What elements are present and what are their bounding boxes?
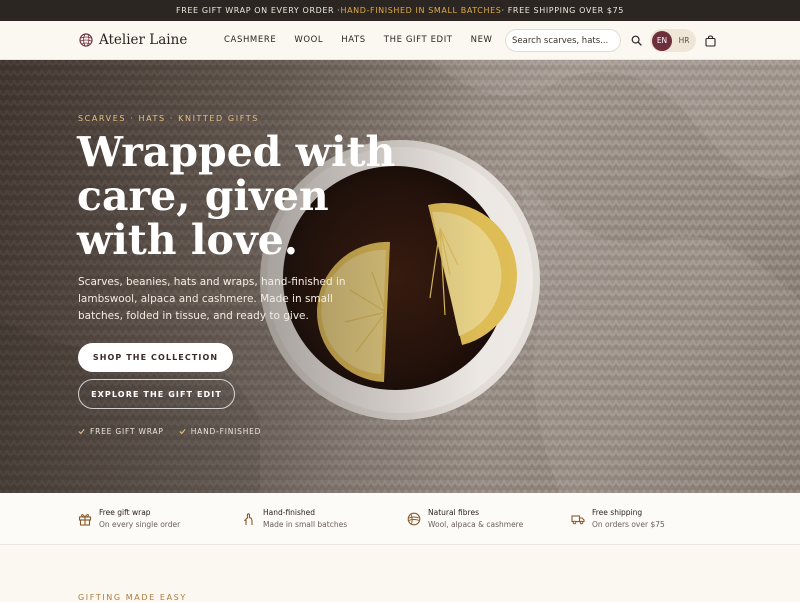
search-icon[interactable] (631, 35, 642, 46)
check-label: FREE GIFT WRAP (90, 427, 164, 436)
truck-icon (571, 515, 585, 525)
hero-subtext: Scarves, beanies, hats and wraps, hand-f… (78, 276, 346, 322)
yarn-ball-logo-icon (79, 33, 93, 47)
logo-text: Atelier Laine (99, 32, 188, 48)
announcement-text-2: · FREE SHIPPING OVER $75 (501, 6, 624, 15)
check-item-hand-finished: HAND-FINISHED (179, 427, 262, 436)
feature-title: Free gift wrap (99, 508, 151, 517)
shop-collection-button[interactable]: SHOP THE COLLECTION (78, 343, 233, 372)
main-nav: CASHMERE WOOL HATS THE GIFT EDIT NEW (224, 35, 511, 45)
feature-subtitle: Wool, alpaca & cashmere (428, 520, 524, 529)
yarn-icon (407, 512, 421, 526)
feature-free-shipping: Free shipping On orders over $75 (571, 508, 665, 529)
search-input[interactable] (512, 35, 620, 46)
feature-title: Hand-finished (263, 508, 316, 517)
checkmark-icon (78, 428, 85, 435)
lang-hr-button[interactable]: HR (674, 31, 694, 51)
nav-item-gift-edit[interactable]: THE GIFT EDIT (384, 35, 453, 45)
announcement-highlight: HAND-FINISHED IN SMALL BATCHES (340, 6, 502, 15)
feature-subtitle: On orders over $75 (592, 520, 665, 529)
feature-gift-wrap: Free gift wrap On every single order (78, 508, 180, 529)
feature-hand-finished: Hand-finished Made in small batches (242, 508, 347, 529)
check-item-gift-wrap: FREE GIFT WRAP (78, 427, 164, 436)
feature-subtitle: Made in small batches (263, 520, 348, 529)
feature-natural-fibres: Natural fibres Wool, alpaca & cashmere (407, 508, 523, 529)
gift-icon (78, 514, 92, 526)
search-box (505, 29, 621, 52)
nav-item-wool[interactable]: WOOL (294, 35, 323, 45)
hand-icon (243, 513, 253, 525)
announcement-text-1: FREE GIFT WRAP ON EVERY ORDER · (176, 6, 341, 15)
site-header: Atelier Laine CASHMERE WOOL HATS THE GIF… (0, 21, 800, 60)
nav-item-cashmere[interactable]: CASHMERE (224, 35, 276, 45)
hero-checks: FREE GIFT WRAP HAND-FINISHED (78, 427, 276, 436)
features-strip: Free gift wrap On every single order Han… (0, 493, 800, 545)
feature-title: Natural fibres (428, 508, 479, 517)
announcement-bar: FREE GIFT WRAP ON EVERY ORDER · HAND-FIN… (0, 0, 800, 21)
hero-headline: Wrapped with care, given with love. (77, 128, 396, 264)
nav-item-new[interactable]: NEW (471, 35, 493, 45)
logo[interactable]: Atelier Laine (79, 32, 187, 48)
language-switcher: EN HR (650, 29, 696, 52)
shopping-bag-icon[interactable] (705, 35, 716, 47)
nav-item-hats[interactable]: HATS (341, 35, 366, 45)
lang-en-button[interactable]: EN (652, 30, 672, 51)
check-label: HAND-FINISHED (190, 427, 262, 436)
checkmark-icon (179, 428, 186, 435)
section-eyebrow: GIFTING MADE EASY (78, 593, 187, 602)
explore-gift-edit-button[interactable]: EXPLORE THE GIFT EDIT (78, 379, 235, 409)
hero-section: SCARVES · HATS · KNITTED GIFTS Wrapped w… (0, 60, 800, 493)
feature-title: Free shipping (592, 508, 643, 517)
feature-subtitle: On every single order (99, 520, 181, 529)
hero-eyebrow: SCARVES · HATS · KNITTED GIFTS (78, 114, 259, 123)
